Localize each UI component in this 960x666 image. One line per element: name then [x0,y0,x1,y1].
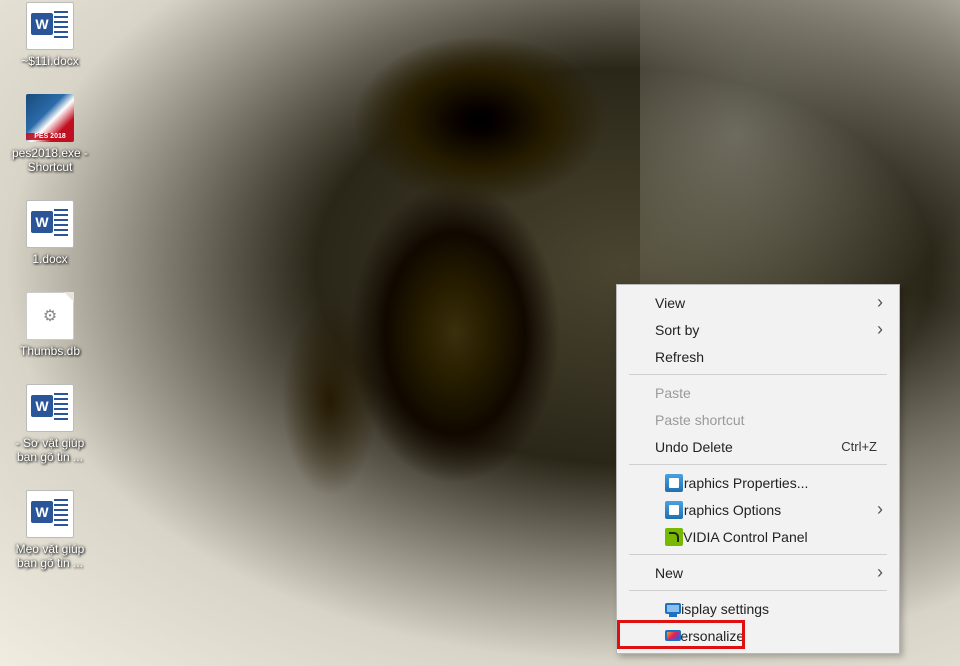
context-menu-separator [629,464,887,465]
chevron-right-icon: › [877,292,883,313]
file-icon: ⚙ [26,292,74,340]
word-icon [26,2,74,50]
desktop-icon-doc-a[interactable]: - Sơ vật giúp bạn gõ tin ... [4,382,96,466]
desktop-icon-doc-b[interactable]: Mẹo vặt giúp bạn gõ tin ... [4,488,96,572]
chevron-right-icon: › [877,562,883,583]
desktop-icon-pes-shortcut[interactable]: pes2018.exe - Shortcut [4,92,96,176]
desktop-icon-label: 1.docx [32,252,67,266]
intel-icon [665,501,683,519]
context-menu-item-display-settings[interactable]: Display settings [619,595,897,622]
context-menu-item-paste: Paste [619,379,897,406]
context-menu-item-graphics-properties[interactable]: Graphics Properties... [619,469,897,496]
nvidia-icon [665,528,683,546]
intel-icon [665,474,683,492]
desktop-context-menu: View › Sort by › Refresh Paste Paste shortcut U… [616,284,900,654]
chevron-right-icon: › [877,319,883,340]
personalize-icon [665,630,681,641]
desktop-icon-thumbs-db[interactable]: ⚙ Thumbs.db [4,290,96,360]
context-menu-item-view[interactable]: View › [619,289,897,316]
menu-item-label: View [655,295,685,311]
context-menu-separator [629,554,887,555]
desktop-icons-column: ~$11i.docx pes2018.exe - Shortcut 1.docx… [4,0,96,572]
menu-item-shortcut: Ctrl+Z [841,439,877,454]
desktop-icon-1-docx[interactable]: 1.docx [4,198,96,268]
menu-item-label: Undo Delete [655,439,733,455]
context-menu-item-new[interactable]: New › [619,559,897,586]
menu-item-label: Paste shortcut [655,412,745,428]
context-menu-separator [629,374,887,375]
context-menu-item-graphics-options[interactable]: Graphics Options › [619,496,897,523]
desktop-icon-label: - Sơ vật giúp bạn gõ tin ... [6,436,94,464]
menu-item-label: Graphics Properties... [673,475,808,491]
menu-item-label: NVIDIA Control Panel [673,529,808,545]
menu-item-label: Refresh [655,349,704,365]
context-menu-item-nvidia-control-panel[interactable]: NVIDIA Control Panel [619,523,897,550]
monitor-icon [665,603,681,614]
menu-item-label: Personalize [671,628,744,644]
desktop-icon-label: ~$11i.docx [21,54,79,68]
context-menu-item-undo-delete[interactable]: Undo Delete Ctrl+Z [619,433,897,460]
menu-item-label: Sort by [655,322,699,338]
pes-icon [26,94,74,142]
menu-item-label: New [655,565,683,581]
desktop-icon-label: Mẹo vặt giúp bạn gõ tin ... [6,542,94,570]
desktop-icon-docx-temp[interactable]: ~$11i.docx [4,0,96,70]
desktop-icon-label: pes2018.exe - Shortcut [6,146,94,174]
word-icon [26,384,74,432]
menu-item-label: Paste [655,385,691,401]
word-icon [26,200,74,248]
chevron-right-icon: › [877,499,883,520]
desktop-icon-label: Thumbs.db [20,344,80,358]
context-menu-item-sort-by[interactable]: Sort by › [619,316,897,343]
context-menu-item-personalize[interactable]: Personalize [619,622,897,649]
word-icon [26,490,74,538]
context-menu-item-refresh[interactable]: Refresh [619,343,897,370]
context-menu-item-paste-shortcut: Paste shortcut [619,406,897,433]
context-menu-separator [629,590,887,591]
menu-item-label: Display settings [671,601,769,617]
menu-item-label: Graphics Options [673,502,781,518]
